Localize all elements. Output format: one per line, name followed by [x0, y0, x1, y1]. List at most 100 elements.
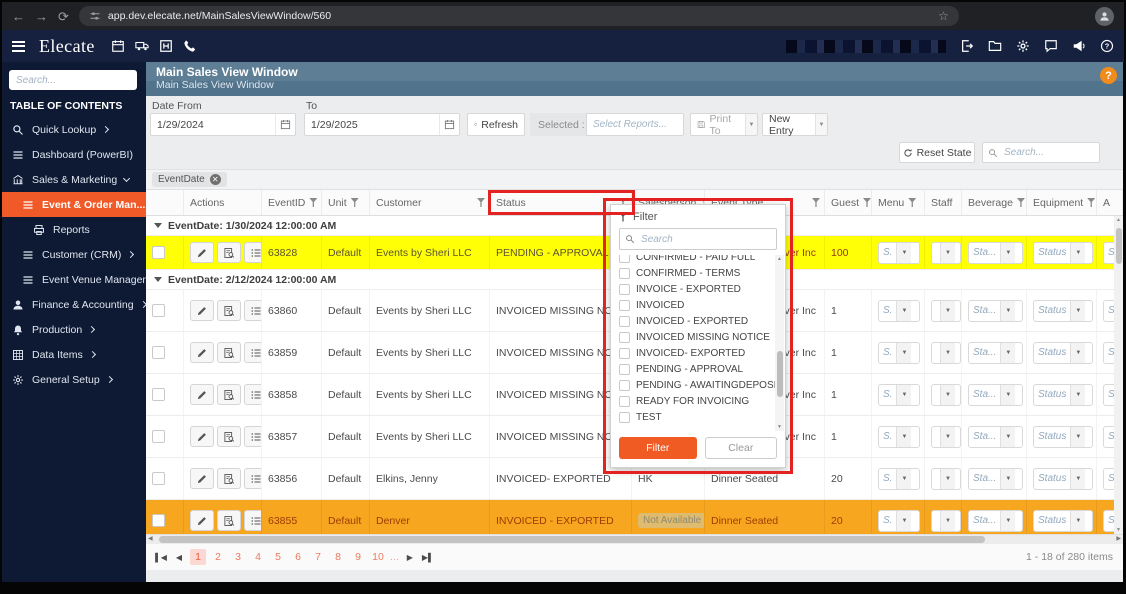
filter-funnel-icon[interactable]	[812, 198, 820, 207]
row-checkbox[interactable]	[152, 472, 165, 485]
preview-button[interactable]	[217, 242, 241, 263]
table-row-selected[interactable]: 63855 Default Denver INVOICED - EXPORTED…	[146, 500, 1123, 534]
sidebar-item-quick-lookup[interactable]: Quick Lookup	[2, 117, 146, 142]
equipment-select[interactable]: Status ▼	[1033, 425, 1093, 448]
preview-button[interactable]	[217, 300, 241, 321]
venue-icon[interactable]	[159, 39, 173, 53]
staff-select[interactable]: ▼	[931, 383, 961, 406]
column-header-account[interactable]: A	[1097, 190, 1123, 215]
equipment-select[interactable]: Status ▼	[1033, 509, 1093, 532]
option-checkbox[interactable]	[619, 255, 630, 263]
edit-button[interactable]	[190, 510, 214, 531]
edit-button[interactable]	[190, 342, 214, 363]
print-to-dropdown-arrow[interactable]: ▼	[744, 114, 757, 135]
scroll-down-icon[interactable]: ▼	[775, 424, 784, 430]
column-header-actions[interactable]: Actions	[184, 190, 262, 215]
menu-select[interactable]: S. ▼	[878, 425, 920, 448]
sidebar-item-reports[interactable]: Reports	[2, 217, 146, 242]
column-header-unit[interactable]: Unit	[322, 190, 370, 215]
refresh-button[interactable]: Refresh	[467, 113, 525, 136]
row-checkbox[interactable]	[152, 514, 165, 527]
edit-button[interactable]	[190, 468, 214, 489]
sidebar-item-event-order-management[interactable]: Event & Order Man...	[2, 192, 159, 217]
menu-select[interactable]: S. ▼	[878, 341, 920, 364]
details-button[interactable]	[244, 242, 261, 263]
option-checkbox[interactable]	[619, 347, 630, 359]
option-checkbox[interactable]	[619, 283, 630, 295]
filter-funnel-icon[interactable]	[908, 198, 917, 207]
row-checkbox[interactable]	[152, 346, 165, 359]
sidebar-item-production[interactable]: Production	[2, 317, 146, 342]
option-checkbox[interactable]	[619, 315, 630, 327]
filter-funnel-icon[interactable]	[863, 198, 871, 207]
scrollbar-thumb[interactable]	[776, 351, 783, 397]
page-button[interactable]: 4	[250, 549, 266, 565]
help-orange-icon[interactable]: ?	[1100, 67, 1117, 84]
page-button[interactable]: 8	[330, 549, 346, 565]
column-header-customer[interactable]: Customer	[370, 190, 490, 215]
staff-select[interactable]: ▼	[931, 341, 961, 364]
collapse-triangle-icon[interactable]	[154, 277, 162, 282]
column-header-menu[interactable]: Menu	[872, 190, 925, 215]
logout-icon[interactable]	[960, 39, 974, 53]
column-header-beverage[interactable]: Beverage	[962, 190, 1027, 215]
filter-option[interactable]: PENDING - AWAITINGDEPOSIT	[619, 377, 785, 393]
filter-funnel-icon[interactable]	[1087, 198, 1096, 207]
calendar-icon[interactable]	[275, 114, 295, 135]
filter-option[interactable]: READY FOR INVOICING	[619, 393, 785, 409]
new-entry-dropdown-arrow[interactable]: ▼	[815, 114, 827, 135]
group-chip[interactable]: EventDate ✕	[152, 172, 227, 187]
bookmark-star-icon[interactable]: ☆	[938, 9, 949, 23]
page-button[interactable]: 10	[370, 549, 386, 565]
menu-select[interactable]: S. ▼	[878, 299, 920, 322]
preview-button[interactable]	[217, 342, 241, 363]
sidebar-item-finance-accounting[interactable]: Finance & Accounting	[2, 292, 147, 317]
print-to-button[interactable]: Print To ▼	[690, 113, 758, 137]
page-button[interactable]: 7	[310, 549, 326, 565]
truck-icon[interactable]	[135, 39, 149, 53]
details-button[interactable]	[244, 426, 261, 447]
chat-icon[interactable]	[1044, 39, 1058, 53]
gear-icon[interactable]	[1016, 39, 1030, 53]
details-button[interactable]	[244, 300, 261, 321]
details-button[interactable]	[244, 384, 261, 405]
option-checkbox[interactable]	[619, 331, 630, 343]
prev-page-button[interactable]: ◀	[172, 553, 186, 562]
filter-option[interactable]: INVOICED MISSING NOTICE	[619, 329, 785, 345]
filter-option[interactable]: PENDING - APPROVAL	[619, 361, 785, 377]
select-reports-input[interactable]	[586, 113, 684, 136]
scrollbar-thumb[interactable]	[1115, 228, 1122, 264]
last-page-button[interactable]: ▶▌	[421, 553, 435, 562]
filter-search-field[interactable]	[619, 228, 777, 250]
reset-state-button[interactable]: Reset State	[899, 142, 975, 163]
remove-group-icon[interactable]: ✕	[209, 174, 221, 185]
menu-select[interactable]: S. ▼	[878, 241, 920, 264]
beverage-select[interactable]: Sta... ▼	[968, 509, 1023, 532]
scroll-up-icon[interactable]: ▲	[775, 256, 784, 262]
clear-filter-button[interactable]: Clear	[704, 437, 777, 459]
staff-select[interactable]: ▼	[931, 299, 961, 322]
date-to-input[interactable]	[305, 118, 439, 131]
filter-funnel-icon[interactable]	[1016, 198, 1025, 207]
calendar-icon[interactable]	[439, 114, 459, 135]
preview-button[interactable]	[217, 384, 241, 405]
grid-horizontal-scrollbar[interactable]: ◀ ▶	[146, 534, 1123, 544]
beverage-select[interactable]: Sta... ▼	[968, 467, 1023, 490]
filter-option[interactable]: CONFIRMED - TERMS	[619, 265, 785, 281]
page-button[interactable]: 2	[210, 549, 226, 565]
row-checkbox[interactable]	[152, 304, 165, 317]
equipment-select[interactable]: Status ▼	[1033, 467, 1093, 490]
equipment-select[interactable]: Status ▼	[1033, 383, 1093, 406]
equipment-select[interactable]: Status ▼	[1033, 299, 1093, 322]
filter-option[interactable]: CONFIRMED - PAID FULL	[619, 255, 785, 265]
scroll-left-icon[interactable]: ◀	[148, 535, 153, 544]
page-button[interactable]: 1	[190, 549, 206, 565]
date-from-field[interactable]	[150, 113, 296, 136]
date-to-field[interactable]	[304, 113, 460, 136]
menu-select[interactable]: S. ▼	[878, 383, 920, 406]
menu-select[interactable]: S. ▼	[878, 467, 920, 490]
calendar-icon[interactable]	[111, 39, 125, 53]
details-button[interactable]	[244, 342, 261, 363]
menu-select[interactable]: S. ▼	[878, 509, 920, 532]
first-page-button[interactable]: ▌◀	[154, 553, 168, 562]
